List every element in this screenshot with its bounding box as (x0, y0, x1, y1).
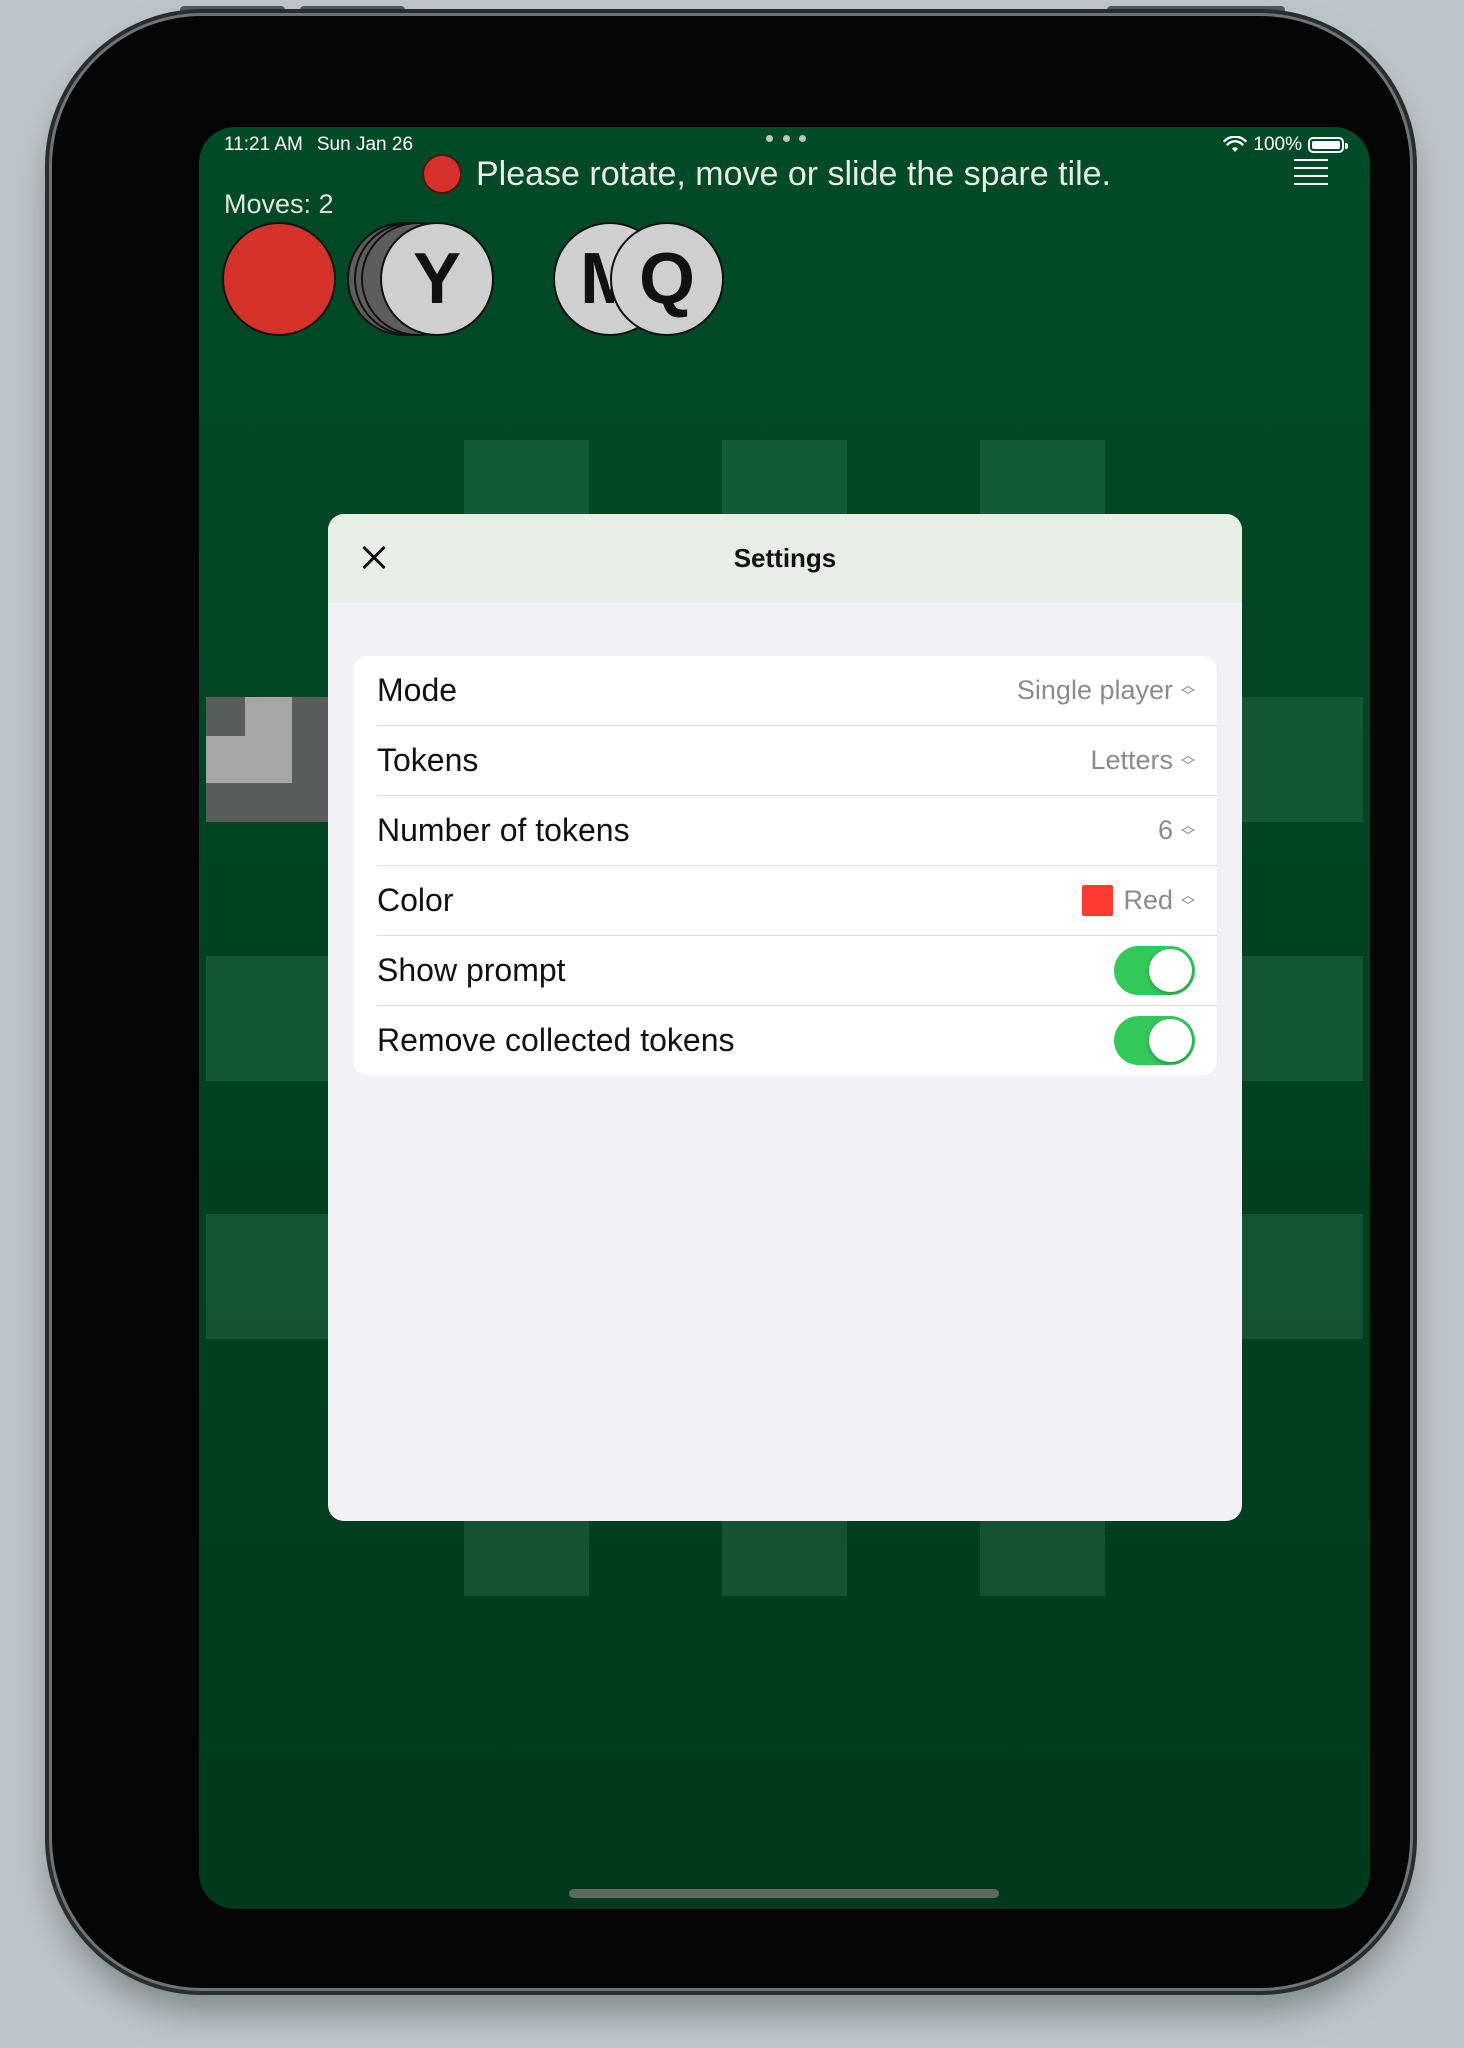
board-tile[interactable] (1238, 697, 1363, 822)
status-bar-right: 100% (1223, 134, 1348, 156)
settings-list: Mode Single player ︿ ﹀ Tokens Letters ︿ ﹀ Nu… (353, 656, 1217, 1075)
token-y-letter: Y (412, 239, 462, 319)
token-q-letter: Q (638, 239, 695, 319)
game-prompt: Please rotate, move or slide the spare t… (422, 151, 1111, 197)
menu-icon[interactable] (1294, 159, 1328, 187)
setting-label: Tokens (377, 742, 479, 778)
picker-value: Red (1123, 885, 1173, 915)
settings-title: Settings (733, 543, 837, 573)
status-time: 11:21 AM (224, 134, 303, 155)
board-tile[interactable] (464, 1521, 589, 1596)
chevron-up-down-icon: ︿ ﹀ (1181, 676, 1195, 704)
color-picker[interactable]: Red ︿ ﹀ (1082, 866, 1195, 935)
home-indicator[interactable] (569, 1889, 999, 1898)
picker-value: Single player (1016, 675, 1173, 705)
status-date: Sun Jan 26 (316, 134, 414, 155)
chevron-up-down-icon: ︿ ﹀ (1181, 886, 1195, 914)
setting-row-number-of-tokens[interactable]: Number of tokens 6 ︿ ﹀ (377, 796, 1217, 866)
battery-icon (1308, 137, 1348, 153)
player-color-dot (422, 154, 462, 194)
moves-counter: Moves: 2 (224, 189, 334, 219)
setting-row-show-prompt: Show prompt (377, 936, 1217, 1006)
show-prompt-toggle[interactable] (1114, 946, 1195, 995)
device-frame: 11:21 AM Sun Jan 26 100% Please rotate, m… (52, 16, 1410, 1988)
setting-label: Color (377, 882, 454, 918)
picker-value: 6 (1157, 815, 1173, 845)
screen: 11:21 AM Sun Jan 26 100% Please rotate, m… (199, 127, 1370, 1909)
board-tile[interactable] (1238, 1214, 1363, 1339)
tokens-picker[interactable]: Letters ︿ ﹀ (1090, 726, 1195, 795)
settings-sheet: Settings Mode Single player ︿ ﹀ Tokens Let… (328, 514, 1242, 1521)
mode-picker[interactable]: Single player ︿ ﹀ (1017, 656, 1195, 725)
board-tile[interactable] (206, 1214, 331, 1339)
setting-label: Show prompt (377, 952, 566, 988)
close-icon[interactable] (358, 542, 390, 574)
toggle-knob (1149, 949, 1192, 992)
setting-label: Mode (377, 672, 458, 708)
setting-row-tokens[interactable]: Tokens Letters ︿ ﹀ (377, 726, 1217, 796)
number-of-tokens-picker[interactable]: 6 ︿ ﹀ (1158, 796, 1195, 865)
toggle-knob (1149, 1019, 1192, 1062)
picker-value: Letters (1090, 745, 1173, 775)
multitasking-dots-icon[interactable] (766, 135, 806, 142)
setting-row-remove-collected-tokens: Remove collected tokens (377, 1006, 1217, 1075)
board-tile[interactable] (1238, 956, 1363, 1081)
board-tile[interactable] (206, 956, 331, 1081)
board-tile[interactable] (722, 1521, 847, 1596)
status-bar-left: 11:21 AM Sun Jan 26 (224, 134, 413, 156)
chevron-up-down-icon: ︿ ﹀ (1181, 746, 1195, 774)
prompt-text: Please rotate, move or slide the spare t… (476, 154, 1111, 193)
setting-row-mode[interactable]: Mode Single player ︿ ﹀ (377, 656, 1217, 726)
battery-percent: 100% (1253, 134, 1302, 155)
remove-collected-tokens-toggle[interactable] (1114, 1016, 1195, 1065)
spare-tile[interactable] (206, 697, 331, 822)
player-token (222, 222, 336, 336)
setting-row-color[interactable]: Color Red ︿ ﹀ (377, 866, 1217, 936)
setting-label: Remove collected tokens (377, 1022, 735, 1058)
chevron-up-down-icon: ︿ ﹀ (1181, 816, 1195, 844)
board-tile[interactable] (980, 1521, 1105, 1596)
wifi-icon (1223, 136, 1248, 152)
color-swatch (1082, 885, 1114, 916)
setting-label: Number of tokens (377, 812, 630, 848)
